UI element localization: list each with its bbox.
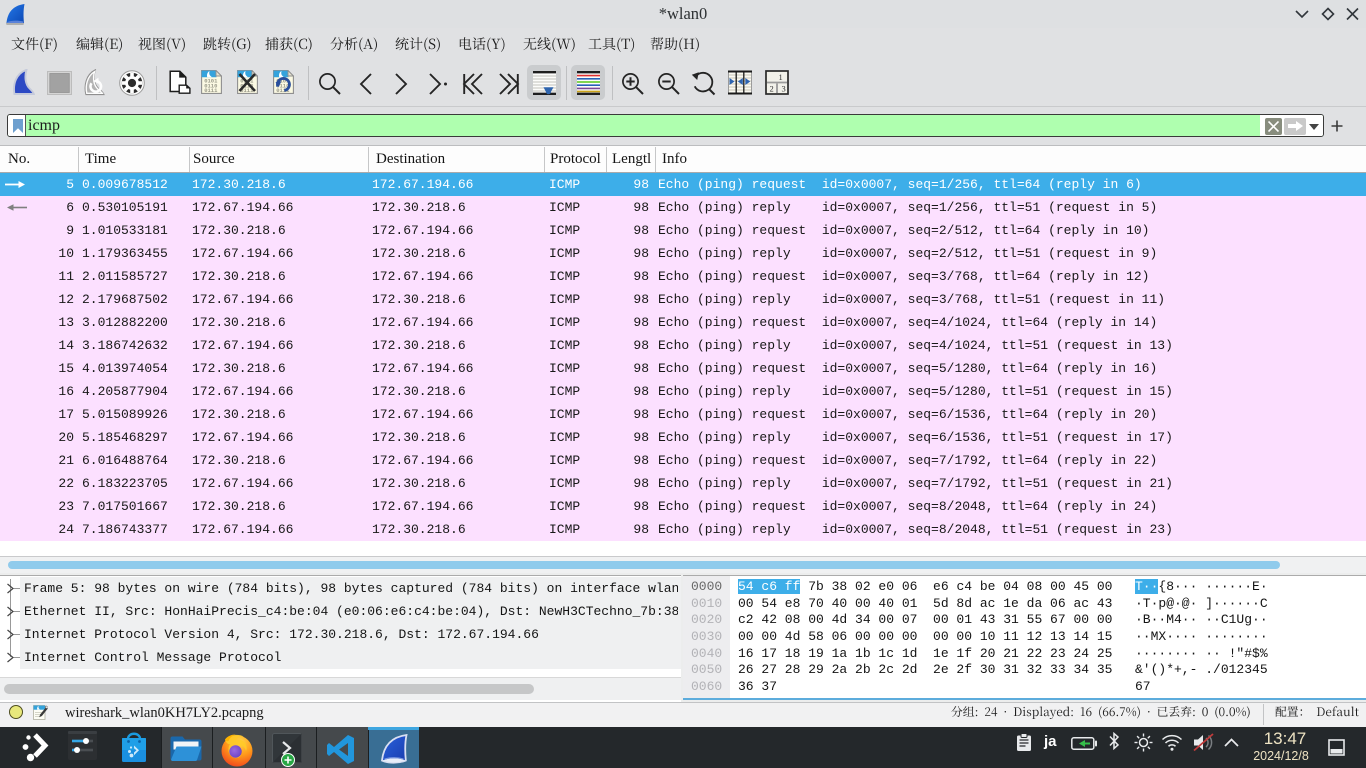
svg-text:2: 2 [770, 84, 774, 94]
svg-text:3: 3 [782, 84, 786, 94]
svg-text:1: 1 [779, 72, 783, 82]
svg-text:0111: 0111 [204, 87, 218, 94]
